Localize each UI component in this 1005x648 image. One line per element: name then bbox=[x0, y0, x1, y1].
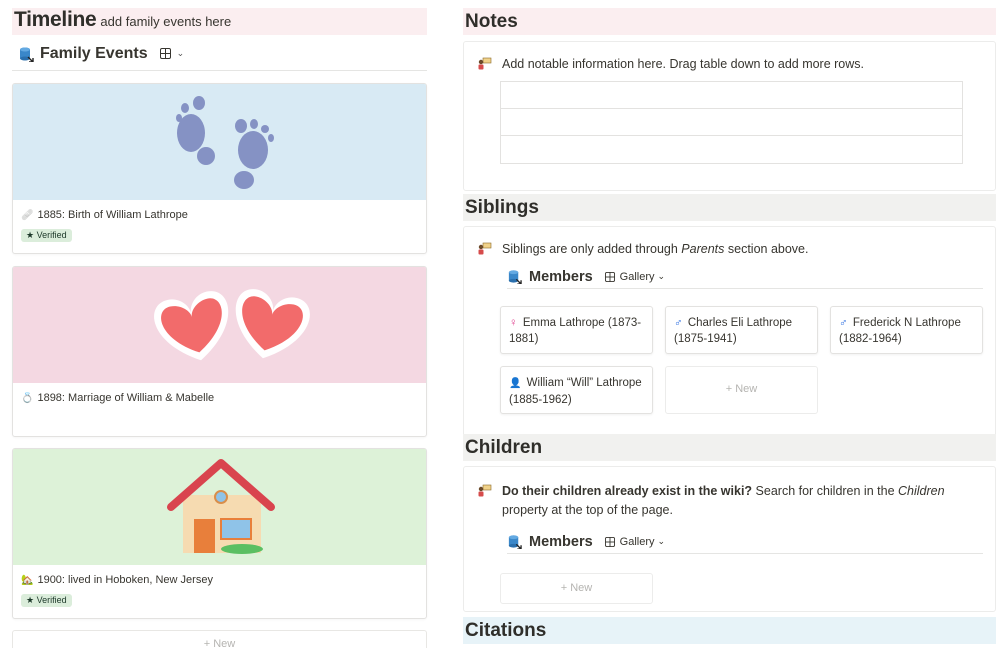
sibling-name: Emma Lathrope (1873-1881) bbox=[509, 317, 642, 345]
sibling-card[interactable]: ♂ Frederick N Lathrope (1882-1964) bbox=[830, 306, 983, 354]
timeline-subtitle: add family events here bbox=[100, 14, 232, 29]
male-icon: ♂ bbox=[839, 317, 848, 329]
table-row[interactable] bbox=[501, 109, 962, 136]
male-icon: ♂ bbox=[674, 317, 683, 329]
siblings-view-selector[interactable]: Gallery ⌄ bbox=[604, 270, 666, 283]
sibling-card[interactable]: ♀ Emma Lathrope (1873-1881) bbox=[500, 306, 653, 354]
children-text-row: Do their children already exist in the w… bbox=[476, 482, 976, 520]
baby-footprints-icon bbox=[176, 96, 274, 189]
bandage-icon: 🩹 bbox=[21, 209, 34, 221]
two-hearts-icon bbox=[154, 289, 310, 361]
sibling-name: Frederick N Lathrope (1882-1964) bbox=[839, 317, 961, 345]
female-icon: ♀ bbox=[509, 317, 518, 329]
event-card[interactable]: 🏡 1900: lived in Hoboken, New Jersey ★ V… bbox=[12, 448, 427, 619]
person-sign-icon bbox=[478, 242, 492, 255]
event-title-row: 🩹 1885: Birth of William Lathrope bbox=[13, 200, 426, 221]
event-title: 1898: Marriage of William & Mabelle bbox=[37, 392, 215, 404]
new-child-button[interactable]: + New bbox=[500, 573, 653, 604]
grid-icon[interactable] bbox=[159, 48, 171, 59]
chevron-down-icon: ⌄ bbox=[657, 536, 666, 546]
siblings-text-prefix: Siblings are only added through bbox=[502, 242, 682, 256]
chevron-down-icon: ⌄ bbox=[657, 271, 666, 281]
house-icon bbox=[167, 459, 275, 554]
children-text-em: Children bbox=[898, 484, 945, 498]
children-text: Do their children already exist in the w… bbox=[502, 482, 976, 520]
notes-text-row: Add notable information here. Drag table… bbox=[476, 57, 864, 71]
verified-badge: ★ Verified bbox=[21, 594, 72, 607]
event-card[interactable]: 🩹 1885: Birth of William Lathrope ★ Veri… bbox=[12, 83, 427, 254]
siblings-header: Siblings bbox=[463, 194, 996, 221]
event-title-row: 🏡 1900: lived in Hoboken, New Jersey bbox=[13, 565, 426, 586]
sibling-name: Charles Eli Lathrope (1875-1941) bbox=[674, 317, 793, 345]
event-title: 1885: Birth of William Lathrope bbox=[37, 209, 188, 221]
person-sign-icon bbox=[478, 484, 492, 497]
baby-footprints-cover bbox=[13, 84, 426, 200]
event-title: 1900: lived in Hoboken, New Jersey bbox=[37, 574, 213, 586]
timeline-section: Timeline add family events here Family E… bbox=[12, 8, 427, 71]
siblings-text-suffix: section above. bbox=[724, 242, 809, 256]
family-events-title[interactable]: Family Events bbox=[40, 45, 148, 63]
new-sibling-button[interactable]: + New bbox=[665, 366, 818, 414]
siblings-text-row: Siblings are only added through Parents … bbox=[476, 242, 808, 256]
sibling-name: William “Will” Lathrope (1885-1962) bbox=[509, 377, 642, 406]
children-text-mid: Search for children in the bbox=[752, 484, 898, 498]
children-text-suffix: property at the top of the page. bbox=[502, 503, 673, 517]
notes-table[interactable] bbox=[500, 81, 963, 164]
notes-header: Notes bbox=[463, 8, 996, 35]
children-callout: Do their children already exist in the w… bbox=[463, 466, 996, 612]
children-header: Children bbox=[463, 434, 996, 461]
linked-database-icon bbox=[508, 270, 522, 284]
siblings-view-label: Gallery bbox=[619, 270, 655, 283]
children-text-bold: Do their children already exist in the w… bbox=[502, 484, 753, 498]
citations-title: Citations bbox=[465, 619, 547, 641]
family-events-database-header: Family Events ⌄ bbox=[12, 37, 427, 71]
linked-database-icon bbox=[508, 535, 522, 549]
house-icon: 🏡 bbox=[21, 574, 34, 586]
sibling-card[interactable]: ♂ Charles Eli Lathrope (1875-1941) bbox=[665, 306, 818, 354]
timeline-header: Timeline add family events here bbox=[12, 8, 427, 35]
children-members-header: Members Gallery ⌄ bbox=[507, 530, 983, 554]
notes-title: Notes bbox=[465, 10, 518, 32]
timeline-title: Timeline bbox=[14, 8, 97, 31]
ring-icon: 💍 bbox=[21, 392, 34, 404]
grid-icon bbox=[604, 536, 615, 547]
siblings-title: Siblings bbox=[465, 196, 539, 218]
children-view-selector[interactable]: Gallery ⌄ bbox=[604, 535, 666, 548]
person-sign-icon bbox=[478, 57, 492, 70]
siblings-text-em: Parents bbox=[681, 242, 725, 256]
sibling-card[interactable]: 👤 William “Will” Lathrope (1885-1962) bbox=[500, 366, 653, 414]
person-icon: 👤 bbox=[509, 378, 522, 389]
children-members-title[interactable]: Members bbox=[529, 534, 593, 550]
siblings-callout: Siblings are only added through Parents … bbox=[463, 226, 996, 438]
house-cover bbox=[13, 449, 426, 565]
notes-callout: Add notable information here. Drag table… bbox=[463, 41, 996, 191]
siblings-members-header: Members Gallery ⌄ bbox=[507, 265, 983, 289]
table-row[interactable] bbox=[501, 136, 962, 163]
chevron-down-icon[interactable]: ⌄ bbox=[177, 48, 185, 59]
linked-database-icon bbox=[20, 47, 34, 62]
new-event-button[interactable]: + New bbox=[12, 630, 427, 648]
table-row[interactable] bbox=[501, 82, 962, 109]
event-title-row: 💍 1898: Marriage of William & Mabelle bbox=[13, 383, 426, 404]
siblings-members-title[interactable]: Members bbox=[529, 269, 593, 285]
notes-text: Add notable information here. Drag table… bbox=[502, 57, 865, 71]
right-column: Notes Add notable information here. Drag… bbox=[463, 8, 996, 644]
event-card[interactable]: 💍 1898: Marriage of William & Mabelle bbox=[12, 266, 427, 437]
citations-header: Citations bbox=[463, 617, 996, 644]
siblings-text: Siblings are only added through Parents … bbox=[502, 242, 808, 256]
children-view-label: Gallery bbox=[619, 535, 655, 548]
two-hearts-cover bbox=[13, 267, 426, 383]
children-title: Children bbox=[465, 436, 543, 458]
verified-badge: ★ Verified bbox=[21, 229, 72, 242]
grid-icon bbox=[604, 271, 615, 282]
